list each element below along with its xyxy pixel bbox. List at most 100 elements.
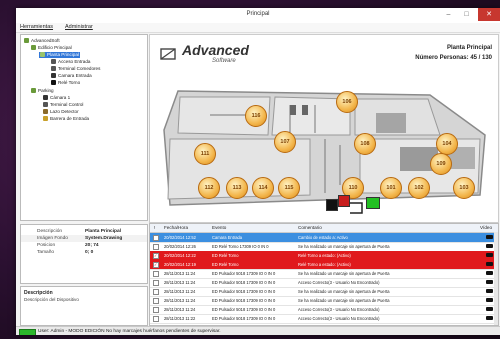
event-checkbox[interactable]: ✓ [153, 253, 159, 259]
description-panel: Descripción Descripción del Dispositivo [20, 286, 148, 326]
room-marker[interactable]: 113 [226, 177, 248, 199]
room-marker[interactable]: 114 [252, 177, 274, 199]
tree-device[interactable]: Camara Entrada [51, 73, 92, 79]
camera-icon [51, 73, 56, 79]
tree-device[interactable]: Acceso Entrada [51, 59, 90, 65]
events-table: ! Fecha/Hora Evento Comentario Vídeo 20/… [149, 223, 499, 326]
tree-device[interactable]: Lazo Detector [43, 109, 79, 115]
alarm-device-icon[interactable] [338, 195, 350, 207]
menu-herramientas[interactable]: Herramientas [20, 24, 53, 30]
video-camera-icon[interactable] [486, 316, 493, 320]
terminal-icon [43, 102, 48, 108]
event-date: 20/02/2014 12:19 [164, 262, 196, 267]
title-bar[interactable]: Principal – □ ✕ [16, 8, 500, 23]
video-camera-icon[interactable] [486, 271, 493, 275]
event-comment: Acceso Correcto(3 - Usuario No Encontrad… [298, 307, 380, 312]
event-checkbox[interactable] [153, 235, 159, 241]
camera-device-icon[interactable] [326, 199, 338, 211]
tree-device[interactable]: Relé Torno [51, 80, 80, 86]
column-event[interactable]: Evento [212, 225, 226, 230]
room-marker[interactable]: 116 [245, 105, 267, 127]
room-marker[interactable]: 111 [194, 143, 216, 165]
event-date: 28/11/2013 11:24 [164, 289, 196, 294]
window-title: Principal [246, 11, 270, 17]
plan-info: Planta Principal Número Personas: 45 / 1… [415, 45, 492, 61]
event-checkbox[interactable] [153, 298, 159, 304]
event-comment: Relé Torno a estado: (Activo) [298, 262, 351, 267]
event-source: ED Pulsador 5018 17309 IO 0 IN 0 [212, 307, 276, 312]
event-checkbox[interactable] [153, 316, 159, 322]
property-row[interactable]: Descripción Planta Principal [21, 228, 147, 235]
events-scrollbar[interactable] [494, 232, 498, 325]
event-date: 20/02/2014 12:22 [164, 253, 196, 258]
status-bar: User: Admin - MODO EDICIÓN No hay marcaj… [16, 326, 500, 335]
tree-device[interactable]: Terminal Comedores [51, 66, 100, 72]
event-source: ED Relé Torno [212, 262, 239, 267]
event-comment: Se ha realizado un marcaje sin apertura … [298, 271, 390, 276]
event-date: 20/02/2014 12:26 [164, 244, 196, 249]
column-comment[interactable]: Comentario [298, 225, 322, 230]
room-marker[interactable]: 112 [198, 177, 220, 199]
maximize-button[interactable]: □ [458, 8, 475, 21]
video-camera-icon[interactable] [486, 307, 493, 311]
event-comment: Relé Torno a estado: (Activo) [298, 253, 351, 258]
video-camera-icon[interactable] [486, 244, 493, 248]
tree-device[interactable]: Cámara 1 [43, 95, 70, 101]
tree-device[interactable]: Terminal Control [43, 102, 83, 108]
minimize-button[interactable]: – [440, 8, 457, 21]
folder-icon [24, 38, 29, 44]
menu-administrar[interactable]: Administrar [65, 24, 93, 30]
reader-icon [51, 59, 56, 65]
event-checkbox[interactable] [153, 280, 159, 286]
tree-parking[interactable]: Parking [31, 88, 54, 94]
room-marker[interactable]: 109 [430, 153, 452, 175]
event-date: 20/02/2014 12:52 [164, 235, 196, 240]
room-marker[interactable]: 106 [336, 91, 358, 113]
event-source: ED Pulsador 5018 17309 IO 0 IN 0 [212, 271, 276, 276]
floor-plan-view[interactable]: Advanced Software Planta Principal Númer… [149, 34, 499, 223]
brand-logo-sub: Software [212, 58, 236, 64]
room-marker[interactable]: 107 [274, 131, 296, 153]
plan-name: Planta Principal [446, 45, 492, 51]
room-marker[interactable]: 108 [354, 133, 376, 155]
event-date: 28/11/2013 11:24 [164, 271, 196, 276]
event-checkbox[interactable] [153, 289, 159, 295]
video-camera-icon[interactable] [486, 298, 493, 302]
room-marker[interactable]: 115 [278, 177, 300, 199]
room-marker[interactable]: 104 [436, 133, 458, 155]
video-camera-icon[interactable] [486, 253, 493, 257]
column-video[interactable]: Vídeo [480, 225, 492, 230]
barrier-icon [43, 116, 48, 122]
event-checkbox[interactable] [153, 271, 159, 277]
video-camera-icon[interactable] [486, 235, 493, 239]
room-marker[interactable]: 102 [408, 177, 430, 199]
event-source: ED Pulsador 5018 17309 IO 0 IN 0 [212, 316, 276, 321]
event-source: ED Relé Torno 17309 IO 0 IN 0 [212, 244, 269, 249]
property-row[interactable]: Imágen Fondo System.Drawing [21, 235, 147, 242]
event-checkbox[interactable] [153, 244, 159, 250]
tree-device[interactable]: Barrera de Entrada [43, 116, 89, 122]
property-row[interactable]: Tamaño 0; 0 [21, 249, 147, 256]
room-marker[interactable]: 103 [453, 177, 475, 199]
close-button[interactable]: ✕ [478, 8, 500, 21]
camera-icon [43, 95, 48, 101]
property-row[interactable]: Posicion 20; 74 [21, 242, 147, 249]
terminal-icon [51, 66, 56, 72]
tree-floor[interactable]: Planta Principal [39, 52, 80, 58]
tree-building[interactable]: Edificio Principal [31, 45, 72, 51]
video-camera-icon[interactable] [486, 289, 493, 293]
video-camera-icon[interactable] [486, 280, 493, 284]
column-date[interactable]: Fecha/Hora [164, 225, 188, 230]
room-marker[interactable]: 101 [380, 177, 402, 199]
event-source: Camara Entrada [212, 235, 243, 240]
status-text: User: Admin - MODO EDICIÓN No hay marcaj… [38, 329, 221, 334]
video-camera-icon[interactable] [486, 262, 493, 266]
event-row[interactable]: 28/11/2013 11:22 ED Pulsador 5018 17309 I… [150, 314, 498, 324]
event-comment: Se ha realizado un marcaje sin apertura … [298, 298, 390, 303]
event-checkbox[interactable]: ✓ [153, 262, 159, 268]
events-header: ! Fecha/Hora Evento Comentario Vídeo [150, 224, 498, 233]
event-checkbox[interactable] [153, 307, 159, 313]
door-device-icon[interactable] [366, 197, 380, 209]
description-title: Descripción [24, 290, 53, 296]
tree-root[interactable]: AdvancedSoft [24, 38, 60, 44]
